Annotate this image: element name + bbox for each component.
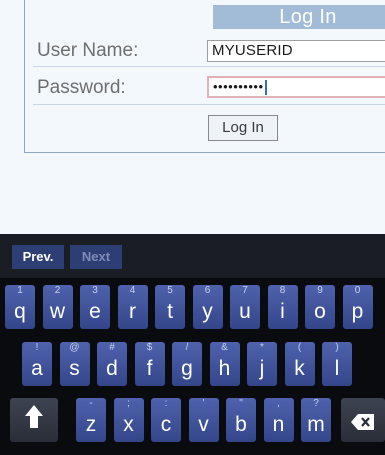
- backspace-key[interactable]: [341, 398, 385, 442]
- key-q[interactable]: 1q: [5, 285, 35, 329]
- key-t[interactable]: 5t: [155, 285, 185, 329]
- key-alt-label: ': [202, 398, 205, 409]
- key-label: g: [181, 357, 193, 380]
- key-l[interactable]: ) l: [322, 342, 352, 386]
- key-alt-label: 1: [17, 285, 23, 296]
- keyboard-toolbar: Prev. Next: [0, 234, 385, 278]
- key-alt-label: :: [164, 398, 168, 409]
- key-alt-label: -: [89, 398, 93, 409]
- shift-key[interactable]: [10, 398, 58, 442]
- row-divider: [33, 104, 385, 105]
- key-alt-label: ": [239, 398, 243, 409]
- key-alt-label: ,: [277, 398, 280, 409]
- key-alt-label: *: [260, 342, 264, 353]
- next-button[interactable]: Next: [70, 245, 122, 269]
- soft-keyboard: 1 q 2 w 3 e 4 r 5 t 6 y 7 u 8 i 9 o 0 p! a @ s # d $ f / g & h * j(k) l - z…: [0, 278, 385, 455]
- login-panel: Log In User Name: MYUSERID Password: •••…: [24, 0, 385, 153]
- key-label: q: [14, 300, 26, 323]
- key-d[interactable]: # d: [97, 342, 127, 386]
- key-alt-label: !: [35, 342, 39, 353]
- key-alt-label: (: [297, 342, 302, 353]
- password-mask: ••••••••••: [213, 79, 264, 94]
- key-w[interactable]: 2w: [42, 285, 73, 329]
- key-label: i: [280, 300, 285, 323]
- key-v[interactable]: ' v: [188, 398, 219, 442]
- key-y[interactable]: 6y: [192, 285, 223, 329]
- key-label: j: [259, 357, 265, 380]
- key-label: c: [160, 413, 172, 436]
- key-label: u: [239, 300, 251, 323]
- key-label: z: [85, 413, 97, 436]
- key-z[interactable]: -z: [76, 398, 106, 442]
- key-label: x: [123, 413, 134, 436]
- key-b[interactable]: " b: [226, 398, 256, 442]
- key-alt-label: ;: [127, 398, 130, 409]
- key-g[interactable]: / g: [172, 342, 202, 386]
- key-o[interactable]: 9o: [305, 285, 335, 329]
- key-label: s: [69, 357, 80, 380]
- key-label: b: [235, 413, 247, 436]
- key-alt-label: 0: [354, 285, 361, 296]
- key-alt-label: 4: [129, 285, 136, 296]
- key-alt-label: 8: [279, 285, 286, 296]
- key-alt-label: /: [185, 342, 189, 353]
- key-alt-label: 2: [54, 285, 61, 296]
- key-k[interactable]: (k: [284, 342, 315, 386]
- key-label: e: [89, 300, 101, 323]
- key-h[interactable]: & h: [209, 342, 240, 386]
- key-label: f: [146, 357, 153, 380]
- key-alt-label: 3: [92, 285, 98, 296]
- login-button[interactable]: Log In: [208, 115, 278, 141]
- text-caret: [264, 80, 267, 96]
- key-alt-label: 9: [317, 285, 323, 296]
- key-label: y: [202, 300, 213, 323]
- username-label: User Name:: [37, 40, 139, 61]
- key-p[interactable]: 0p: [342, 285, 373, 329]
- key-alt-label: ): [335, 342, 339, 353]
- key-label: l: [334, 357, 340, 380]
- key-alt-label: 5: [167, 285, 173, 296]
- key-s[interactable]: @ s: [59, 342, 90, 386]
- key-label: h: [218, 357, 231, 380]
- password-input[interactable]: ••••••••••: [207, 76, 385, 98]
- key-label: k: [294, 357, 305, 380]
- key-label: p: [351, 300, 364, 323]
- key-label: o: [314, 300, 326, 323]
- key-i[interactable]: 8i: [267, 285, 298, 329]
- login-title: Log In: [213, 5, 385, 29]
- key-x[interactable]: ; x: [113, 398, 144, 442]
- key-label: v: [198, 413, 209, 436]
- key-label: a: [31, 357, 43, 380]
- password-label: Password:: [37, 77, 126, 98]
- key-label: n: [272, 413, 285, 436]
- key-alt-label: ?: [313, 398, 319, 409]
- key-e[interactable]: 3e: [80, 285, 110, 329]
- key-m[interactable]: ? m: [301, 398, 331, 442]
- key-label: w: [49, 300, 66, 323]
- key-c[interactable]: :c: [151, 398, 181, 442]
- shift-arrow-icon: [10, 404, 58, 438]
- row-divider: [33, 66, 385, 67]
- login-screen: Log In User Name: MYUSERID Password: •••…: [0, 0, 385, 234]
- key-alt-label: 6: [204, 285, 211, 296]
- key-label: r: [129, 300, 136, 323]
- key-label: m: [307, 413, 325, 436]
- key-a[interactable]: ! a: [22, 342, 52, 386]
- key-alt-label: 7: [242, 285, 248, 296]
- key-j[interactable]: * j: [247, 342, 277, 386]
- key-label: t: [167, 300, 173, 323]
- key-f[interactable]: $ f: [134, 342, 165, 386]
- key-alt-label: @: [69, 342, 80, 353]
- backspace-icon: [341, 411, 385, 439]
- key-r[interactable]: 4r: [117, 285, 148, 329]
- key-alt-label: $: [146, 342, 153, 353]
- key-n[interactable]: ,n: [263, 398, 294, 442]
- key-alt-label: #: [109, 342, 115, 353]
- key-label: d: [106, 357, 118, 380]
- key-alt-label: &: [221, 342, 228, 353]
- username-input[interactable]: MYUSERID: [207, 40, 385, 62]
- prev-button[interactable]: Prev.: [12, 245, 64, 269]
- key-u[interactable]: 7u: [230, 285, 260, 329]
